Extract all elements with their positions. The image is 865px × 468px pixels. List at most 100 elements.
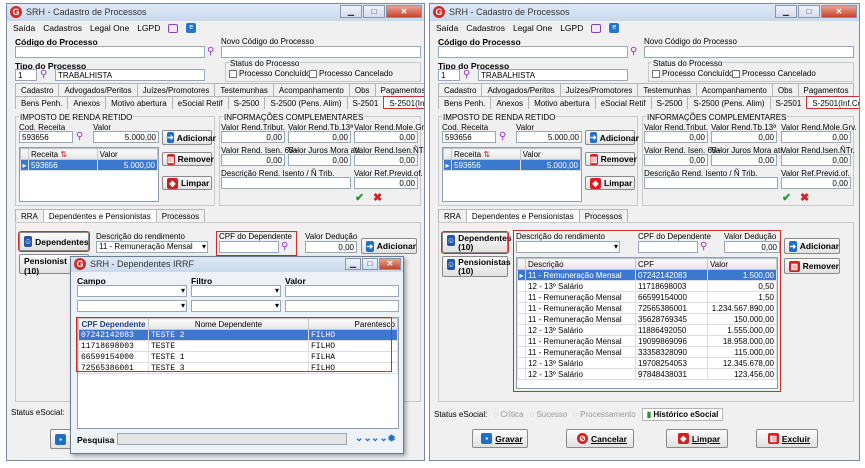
subtab-rra[interactable]: RRA bbox=[438, 209, 467, 222]
adicionar-dep-button[interactable]: ➜ Adicionar bbox=[784, 238, 840, 254]
concluido-checkbox[interactable]: Processo Concluído bbox=[229, 69, 311, 78]
minimize-icon[interactable]: ▁ bbox=[775, 5, 797, 18]
table-row[interactable]: 11 - Remuneração Mensal 19099869096 18.958… bbox=[517, 335, 777, 347]
pesquisa-input[interactable] bbox=[117, 433, 347, 445]
tab-s2501[interactable]: S-2501 bbox=[769, 96, 808, 109]
novo-codigo-input[interactable] bbox=[221, 46, 421, 58]
menu-lgpd[interactable]: LGPD bbox=[560, 23, 583, 33]
info-value-5[interactable]: 0,00 bbox=[288, 154, 351, 166]
menu-cadastros[interactable]: Cadastros bbox=[466, 23, 505, 33]
table-row[interactable]: 07242142083 TESTE 2 FILHO bbox=[78, 329, 398, 341]
valor-deducao-input[interactable]: 0,00 bbox=[305, 241, 357, 253]
dependentes-irrf-grid[interactable]: CPF Dependente Nome Dependente Parentesc… bbox=[77, 317, 399, 429]
tab-s2501-inf-compl[interactable]: S-2501(Inf.Compl) bbox=[806, 96, 859, 109]
expand-down-icon[interactable]: ⌄⌄ bbox=[355, 433, 372, 444]
table-row[interactable]: 12 - 13º Salário 19708254053 12.345.678,00 bbox=[517, 357, 777, 369]
tab-cadastro[interactable]: Cadastro bbox=[15, 83, 60, 96]
tab-motivo[interactable]: Motivo abertura bbox=[105, 96, 173, 109]
pensionistas-button[interactable]: ☺ Pensionistas (10) bbox=[442, 256, 511, 277]
table-row[interactable]: 11 - Remuneração Mensal 35628769345 150.00… bbox=[517, 313, 777, 325]
info-value-4[interactable]: 0,00 bbox=[644, 154, 708, 166]
filter-down-icon[interactable]: ⌄⌄ bbox=[371, 433, 388, 444]
info-value-4[interactable]: 0,00 bbox=[221, 154, 285, 166]
adicionar-dep-button[interactable]: ➜ Adicionar bbox=[361, 238, 417, 254]
menu-lgpd[interactable]: LGPD bbox=[137, 23, 160, 33]
tab-acompanhamento[interactable]: Acompanhamento bbox=[272, 83, 350, 96]
search-icon[interactable]: ⚲ bbox=[207, 47, 218, 58]
search-icon[interactable]: ⚲ bbox=[76, 132, 87, 143]
cancelado-checkbox[interactable]: Processo Cancelado bbox=[732, 69, 816, 78]
menu-legal-one[interactable]: Legal One bbox=[513, 23, 552, 33]
novo-codigo-input[interactable] bbox=[644, 46, 854, 58]
table-row[interactable]: ▸ 593656 5.000,00 bbox=[20, 159, 158, 171]
adicionar-button[interactable]: ➜ Adicionar bbox=[162, 130, 216, 145]
search-icon[interactable]: ⚲ bbox=[463, 70, 474, 81]
info-value-7[interactable]: 0,00 bbox=[781, 177, 851, 189]
close-icon[interactable]: ✕ bbox=[386, 5, 422, 18]
maximize-icon[interactable]: □ bbox=[363, 5, 385, 18]
menu-cadastros[interactable]: Cadastros bbox=[43, 23, 82, 33]
cancel-icon[interactable]: ✖ bbox=[800, 191, 809, 204]
campo-select-1[interactable] bbox=[77, 285, 187, 297]
remover-dep-button[interactable]: ▥ Remover bbox=[784, 258, 840, 274]
cod-receita-input[interactable]: 593656 bbox=[19, 131, 73, 143]
tab-anexos[interactable]: Anexos bbox=[67, 96, 107, 109]
tab-testemunhas[interactable]: Testemunhas bbox=[637, 83, 697, 96]
tab-pagamentos[interactable]: Pagamentos bbox=[797, 83, 855, 96]
menu-legal-one[interactable]: Legal One bbox=[90, 23, 129, 33]
tab-s2501-inf-compl[interactable]: S-2501(Inf.Compl) bbox=[383, 96, 424, 109]
tab-esocial-retif[interactable]: eSocial Retif bbox=[171, 96, 229, 109]
codigo-input[interactable] bbox=[15, 46, 205, 58]
tab-motivo[interactable]: Motivo abertura bbox=[528, 96, 596, 109]
close-icon[interactable]: ✕ bbox=[821, 5, 857, 18]
close-icon[interactable]: ✕ bbox=[379, 258, 401, 270]
subtab-dependentes[interactable]: Dependentes e Pensionistas bbox=[465, 209, 580, 222]
info-value-5[interactable]: 0,00 bbox=[711, 154, 777, 166]
concluido-checkbox[interactable]: Processo Concluído bbox=[652, 69, 734, 78]
search-icon[interactable]: ⚲ bbox=[700, 242, 711, 253]
remover-button[interactable]: ▥ Remover bbox=[585, 152, 637, 166]
gravar-button[interactable]: ▪ Gravar bbox=[472, 429, 528, 448]
limpar-button[interactable]: ◆ Limpar bbox=[162, 176, 212, 190]
table-row[interactable]: ▸ 593656 5.000,00 bbox=[443, 159, 581, 171]
app-icon[interactable]: e bbox=[609, 23, 620, 33]
info-value-6[interactable]: 0,00 bbox=[354, 154, 418, 166]
menu-saida[interactable]: Saída bbox=[436, 23, 458, 33]
table-row[interactable]: 11718698003 TESTE FILHO bbox=[78, 340, 398, 352]
tab-juizes[interactable]: Juízes/Promotores bbox=[136, 83, 216, 96]
historico-tab[interactable]: ▮ Histórico eSocial bbox=[641, 408, 724, 421]
desc-rend-select[interactable]: 11 - Remuneração Mensal bbox=[96, 241, 208, 253]
valor-input[interactable]: 5.000,00 bbox=[516, 131, 582, 143]
table-row[interactable]: ▸ 11 - Remuneração Mensal 07242142083 1.500… bbox=[517, 269, 777, 281]
descricao-isento-input[interactable] bbox=[221, 177, 351, 189]
desc-rend-select[interactable] bbox=[516, 241, 620, 253]
tab-bens[interactable]: Bens Penh. bbox=[15, 96, 69, 109]
valor-input-2[interactable] bbox=[285, 300, 399, 312]
tab-advogados[interactable]: Advogados/Peritos bbox=[481, 83, 561, 96]
info-value-1[interactable]: 0,00 bbox=[221, 131, 285, 143]
tab-anexos[interactable]: Anexos bbox=[490, 96, 530, 109]
filtro-select-1[interactable] bbox=[191, 285, 281, 297]
cancel-icon[interactable]: ✖ bbox=[373, 191, 382, 204]
limpar-button[interactable]: ◆ Limpar bbox=[585, 176, 635, 190]
minimize-icon[interactable]: ▁ bbox=[340, 5, 362, 18]
tab-testemunhas[interactable]: Testemunhas bbox=[214, 83, 274, 96]
monitor-icon[interactable] bbox=[168, 23, 179, 33]
tab-cadastro[interactable]: Cadastro bbox=[438, 83, 483, 96]
tab-advogados[interactable]: Advogados/Peritos bbox=[58, 83, 138, 96]
app-icon[interactable]: e bbox=[186, 23, 197, 33]
cancelado-checkbox[interactable]: Processo Cancelado bbox=[309, 69, 393, 78]
info-value-1[interactable]: 0,00 bbox=[644, 131, 708, 143]
menu-saida[interactable]: Saída bbox=[13, 23, 35, 33]
search-icon[interactable]: ⚲ bbox=[281, 242, 292, 253]
table-row[interactable]: 12 - 13º Salário 97848438031 123.456,00 bbox=[517, 368, 777, 380]
tab-s2501[interactable]: S-2501 bbox=[346, 96, 385, 109]
valor-input[interactable]: 5.000,00 bbox=[93, 131, 159, 143]
receita-grid[interactable]: Receita ⇅ Valor ▸ 593656 5.000,00 bbox=[19, 147, 159, 202]
monitor-icon[interactable] bbox=[591, 23, 602, 33]
excluir-button[interactable]: ▥ Excluir bbox=[756, 429, 818, 448]
tipo-code-input[interactable]: 1 bbox=[438, 69, 460, 81]
search-icon[interactable]: ⚲ bbox=[630, 47, 641, 58]
dependentes-grid[interactable]: Descrição CPF Valor ▸ 11 - Remuneração Mens… bbox=[516, 257, 778, 389]
table-row[interactable]: 11 - Remuneração Mensal 72565386001 1.234.… bbox=[517, 302, 777, 314]
